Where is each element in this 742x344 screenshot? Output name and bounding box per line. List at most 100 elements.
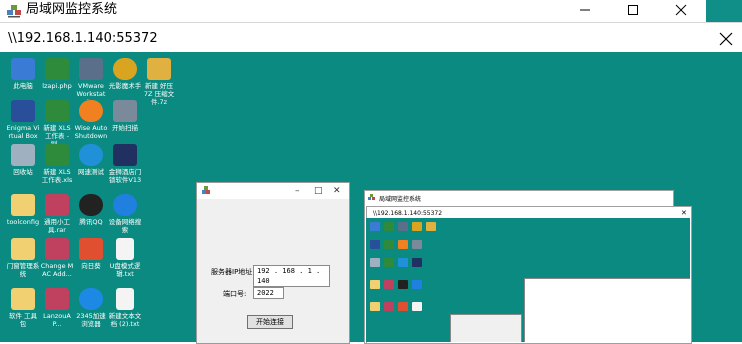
- desktop-icon-label: 2345加速浏览器: [76, 312, 106, 328]
- desktop-icon[interactable]: 向日葵: [74, 238, 108, 270]
- desktop-icon[interactable]: 新建 XLS 工作表 - 副...: [40, 100, 74, 148]
- start-connect-button[interactable]: 开始连接: [247, 315, 293, 329]
- desktop-icon-label: U盘模式逻辑.txt: [109, 262, 141, 278]
- port-input[interactable]: 2022: [253, 287, 284, 299]
- enigma-icon: [11, 100, 35, 122]
- desktop-icon[interactable]: Change MAC Add...: [40, 238, 74, 278]
- desktop-icon[interactable]: toolconfig: [6, 194, 40, 226]
- desktop-icon-label: 新建 好压 7Z 压缩文件.7z: [143, 82, 175, 106]
- text-file-icon: [116, 238, 134, 260]
- scanner-icon: [113, 100, 137, 122]
- nested-connection-address: \\192.168.1.140:55372: [373, 210, 443, 217]
- desktop-icon[interactable]: 光影魔术手: [108, 58, 142, 90]
- desktop-icon-label: 开始扫描: [112, 124, 138, 132]
- nested-remote-desktop: [366, 218, 690, 342]
- minimize-button[interactable]: [562, 0, 608, 20]
- photo-editor-icon: [412, 222, 422, 231]
- desktop-icon-label: 新建 XLS 工作表.xls: [41, 168, 73, 184]
- php-file-icon: [45, 58, 69, 80]
- recycle-bin-icon: [370, 258, 380, 267]
- archive-icon: [426, 222, 436, 231]
- desktop-icon[interactable]: 软件 工具包: [6, 288, 40, 328]
- desktop-icon[interactable]: 门窗管理系统: [6, 238, 40, 278]
- desktop-icon[interactable]: 通用小工具.rar: [40, 194, 74, 234]
- minimize-icon: [580, 9, 590, 11]
- close-button[interactable]: [658, 0, 704, 20]
- app-network-icon: [202, 186, 210, 194]
- speed-test-icon: [79, 144, 103, 166]
- desktop-icon[interactable]: 新建 好压 7Z 压缩文件.7z: [142, 58, 176, 106]
- maximize-icon[interactable]: □: [314, 186, 323, 196]
- desktop-icon[interactable]: 网速测试: [74, 144, 108, 176]
- folder-icon: [11, 238, 35, 260]
- browser-icon: [79, 288, 103, 310]
- sunflower-icon: [398, 302, 408, 311]
- qq-penguin-icon: [398, 280, 408, 289]
- desktop-icon-label: 光影魔术手: [108, 82, 142, 90]
- close-connection-icon[interactable]: [718, 31, 734, 47]
- scanner-icon: [412, 240, 422, 249]
- rar-archive-icon: [45, 238, 69, 260]
- desktop-icon[interactable]: 金狮酒店门锁软件V13: [108, 144, 142, 184]
- minimize-icon[interactable]: –: [295, 186, 300, 196]
- network-search-icon: [412, 280, 422, 289]
- rar-archive-icon: [45, 194, 69, 216]
- sunflower-icon: [79, 238, 103, 260]
- spreadsheet-icon: [384, 240, 394, 249]
- desktop-icon[interactable]: VMware Workstati...: [74, 58, 108, 106]
- close-icon[interactable]: ✕: [681, 209, 687, 217]
- enigma-icon: [370, 240, 380, 249]
- desktop-icon[interactable]: 2345加速浏览器: [74, 288, 108, 328]
- desktop-icon[interactable]: 新建文本文档 (2).txt: [108, 288, 142, 328]
- desktop-icon[interactable]: 设备网络搜索: [108, 194, 142, 234]
- folder-icon: [370, 280, 380, 289]
- window-title: 局域网监控系统: [26, 2, 118, 17]
- close-icon[interactable]: ✕: [333, 186, 341, 196]
- background-window-strip: [706, 0, 742, 22]
- address-bar: \\192.168.1.140:55372: [0, 22, 742, 53]
- vmware-icon: [398, 222, 408, 231]
- desktop-icon-label: 软件 工具包: [8, 312, 38, 328]
- nested-window-title: 局域网监控系统: [379, 196, 422, 203]
- client-connect-window: – □ ✕ 服务器IP地址: 192 . 168 . 1 . 140 端口号: …: [196, 182, 350, 344]
- desktop-icon-label: Wise Auto Shutdown: [74, 124, 108, 140]
- folder-icon: [370, 302, 380, 311]
- shutdown-icon: [398, 240, 408, 249]
- desktop-icon[interactable]: 回收站: [6, 144, 40, 176]
- rar-archive-icon: [384, 280, 394, 289]
- computer-icon: [370, 222, 380, 231]
- desktop-icon[interactable]: U盘模式逻辑.txt: [108, 238, 142, 278]
- desktop-icon[interactable]: 新建 XLS 工作表.xls: [40, 144, 74, 184]
- desktop-icon[interactable]: Enigma Virtual Box: [6, 100, 40, 140]
- desktop-icon[interactable]: 开始扫描: [108, 100, 142, 132]
- folder-icon: [11, 288, 35, 310]
- desktop-icon-label: 门窗管理系统: [6, 262, 40, 278]
- app-network-icon: [7, 5, 21, 18]
- nested-inner-window: [524, 278, 690, 342]
- server-ip-input[interactable]: 192 . 168 . 1 . 140: [253, 265, 330, 287]
- desktop-icon-label: LanzouAP...: [43, 312, 71, 328]
- desktop-icon[interactable]: Wise Auto Shutdown: [74, 100, 108, 140]
- desktop-icon-label: Change MAC Add...: [40, 262, 74, 278]
- server-ip-label: 服务器IP地址:: [211, 268, 255, 276]
- desktop-icon-label: 回收站: [13, 168, 33, 176]
- desktop-icon[interactable]: lzapi.php: [40, 58, 74, 90]
- folder-icon: [11, 194, 35, 216]
- desktop-icon[interactable]: 腾讯QQ: [74, 194, 108, 226]
- desktop-icon-label: toolconfig: [6, 218, 40, 226]
- spreadsheet-icon: [384, 258, 394, 267]
- desktop-icon[interactable]: 此电脑: [6, 58, 40, 90]
- recycle-bin-icon: [11, 144, 35, 166]
- desktop-icon-label: 新建文本文档 (2).txt: [108, 312, 142, 328]
- desktop-icon-label: 通用小工具.rar: [44, 218, 70, 234]
- photo-editor-icon: [113, 58, 137, 80]
- nested-client-window: [450, 314, 522, 342]
- client-titlebar: – □ ✕: [197, 183, 349, 199]
- archive-icon: [147, 58, 171, 80]
- app-network-icon: [368, 194, 375, 200]
- desktop-icon[interactable]: LanzouAP...: [40, 288, 74, 328]
- maximize-button[interactable]: [610, 0, 656, 20]
- desktop-icon-label: lzapi.php: [42, 82, 72, 90]
- shutdown-icon: [79, 100, 103, 122]
- connection-address: \\192.168.1.140:55372: [8, 31, 158, 46]
